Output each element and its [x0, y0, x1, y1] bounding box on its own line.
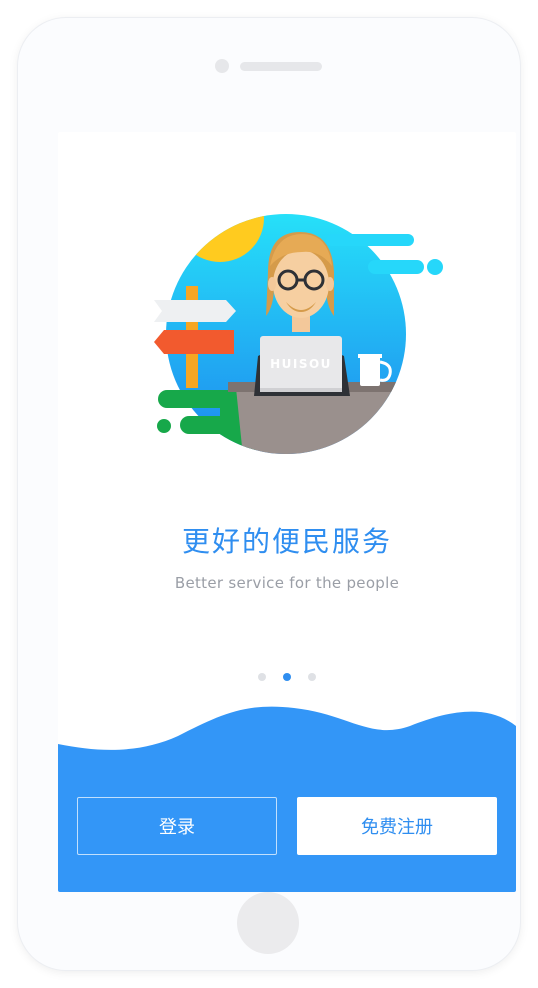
camera-icon	[215, 59, 229, 73]
home-button-icon[interactable]	[237, 892, 299, 954]
page-dot[interactable]	[308, 673, 316, 681]
onboarding-subline: Better service for the people	[174, 574, 400, 592]
page-dot-active[interactable]	[283, 673, 291, 681]
page-indicator	[58, 673, 516, 682]
login-button[interactable]: 登录	[77, 797, 277, 855]
phone-frame: HUISOU 更好的便民服务 Better service for the pe…	[18, 18, 520, 970]
onboarding-illustration: HUISOU	[154, 214, 443, 454]
app-screen: HUISOU 更好的便民服务 Better service for the pe…	[58, 132, 516, 892]
page-dot[interactable]	[258, 673, 266, 681]
onboarding-headline: 更好的便民服务	[181, 525, 392, 558]
svg-text:HUISOU: HUISOU	[270, 357, 332, 371]
speaker-icon	[240, 62, 322, 71]
register-button[interactable]: 免费注册	[297, 797, 497, 855]
desk-icon	[236, 388, 406, 454]
laptop-icon: HUISOU	[260, 336, 342, 392]
